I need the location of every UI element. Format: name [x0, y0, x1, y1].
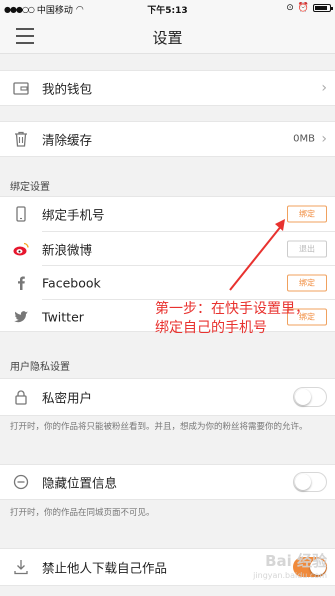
- chevron-right-icon: ›: [321, 80, 327, 96]
- annotation-line-2: 绑定自己的手机号: [155, 320, 267, 336]
- bind-facebook-button[interactable]: 绑定: [287, 274, 327, 291]
- bind-phone-button[interactable]: 绑定: [287, 205, 327, 223]
- facebook-label: Facebook: [42, 275, 101, 290]
- cache-size: 0MB: [293, 133, 315, 145]
- annotation-text: 第一步：在快手设置里， 绑定自己的手机号: [155, 300, 309, 338]
- privacy-section-title: 用户隐私设置: [10, 362, 70, 373]
- private-user-row: 私密用户: [0, 378, 335, 416]
- weibo-row: 新浪微博 退出: [0, 232, 335, 265]
- status-bar: ●●●○○ 中国移动 ◠ 下午5:13 ⊙ ⏰: [0, 0, 335, 18]
- wallet-label: 我的钱包: [42, 81, 93, 97]
- private-user-label: 私密用户: [42, 390, 93, 406]
- block-download-label: 禁止他人下载自己作品: [42, 560, 168, 576]
- annotation-line-1: 第一步：在快手设置里，: [155, 301, 309, 317]
- wallet-icon: [13, 82, 29, 95]
- bind-phone-row: 绑定手机号 绑定: [0, 197, 335, 231]
- watermark-text: Bai 经验: [265, 552, 327, 570]
- clear-cache-label: 清除缓存: [42, 132, 93, 148]
- hide-location-label: 隐藏位置信息: [42, 475, 118, 491]
- phone-icon: [16, 206, 26, 222]
- download-icon: [14, 560, 28, 575]
- watermark: Bai 经验 jingyan.baidu.com: [207, 550, 327, 590]
- hide-location-row: 隐藏位置信息: [0, 464, 335, 500]
- facebook-row: Facebook 绑定: [0, 266, 335, 299]
- private-user-description: 打开时，你的作品将只能被粉丝看到。并且，想成为你的粉丝将需要你的允许。: [10, 422, 308, 432]
- clock: 下午5:13: [147, 6, 188, 16]
- twitter-icon: [14, 310, 28, 322]
- twitter-label: Twitter: [42, 309, 84, 324]
- clear-cache-row[interactable]: 清除缓存 0MB ›: [0, 121, 335, 157]
- battery-icon: [313, 4, 333, 12]
- watermark-sub: jingyan.baidu.com: [253, 571, 327, 580]
- trash-icon: [15, 131, 27, 147]
- page-title: 设置: [152, 29, 183, 47]
- status-right: ⊙ ⏰: [286, 3, 333, 13]
- nav-bar: 设置: [0, 18, 335, 54]
- alarm-icon: ⏰: [297, 3, 309, 13]
- hide-location-toggle[interactable]: [293, 472, 327, 492]
- location-hide-icon: [13, 474, 29, 490]
- weibo-label: 新浪微博: [42, 242, 93, 257]
- binding-section-title: 绑定设置: [10, 182, 50, 193]
- wallet-row[interactable]: 我的钱包 ›: [0, 70, 335, 106]
- lock-icon: [15, 390, 27, 405]
- bind-phone-label: 绑定手机号: [42, 207, 105, 223]
- weibo-icon: [13, 242, 29, 255]
- chevron-right-icon: ›: [321, 131, 327, 147]
- lock-rotation-icon: ⊙: [286, 3, 294, 13]
- hide-location-description: 打开时，你的作品在同城页面不可见。: [10, 508, 155, 518]
- weibo-logout-button[interactable]: 退出: [287, 240, 327, 257]
- facebook-icon: [18, 276, 25, 290]
- private-user-toggle[interactable]: [293, 387, 327, 407]
